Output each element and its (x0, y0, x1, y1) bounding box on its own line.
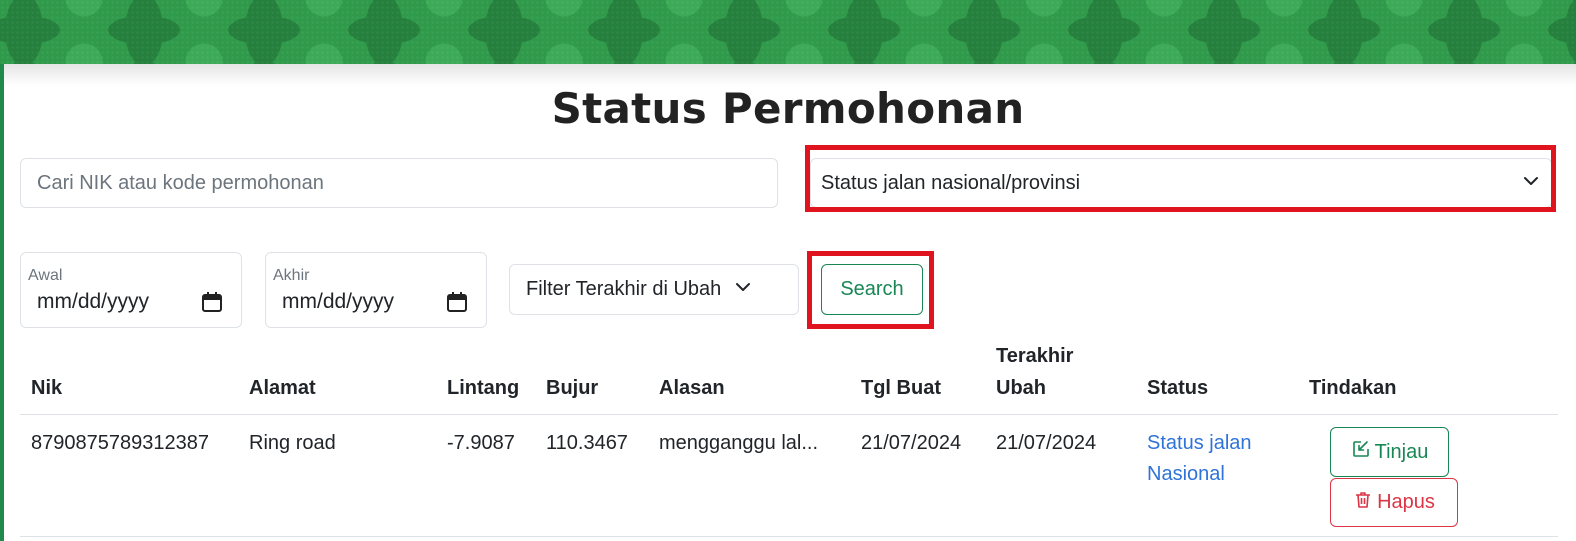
sort-filter-select[interactable]: Filter Terakhir di Ubah (509, 264, 799, 315)
status-link-line-1[interactable]: Status jalan (1147, 427, 1252, 459)
table-header-divider (20, 414, 1558, 415)
header-terakhir: Terakhir (996, 345, 1074, 367)
cell-alasan: mengganggu lal... (659, 432, 819, 454)
header-bujur: Bujur (546, 377, 599, 399)
review-button-label: Tinjau (1374, 440, 1429, 463)
cell-alamat: Ring road (249, 432, 336, 454)
cell-nik: 8790875789312387 (31, 432, 209, 454)
start-date-field[interactable]: Awal mm/dd/yyyy (20, 252, 242, 328)
end-date-label: Akhir (273, 267, 310, 284)
chevron-down-icon (733, 277, 753, 302)
header-tgl-buat: Tgl Buat (861, 377, 941, 399)
cell-terakhir-ubah: 21/07/2024 (996, 432, 1097, 454)
trash-icon (1353, 490, 1373, 516)
banner-shadow (4, 64, 1576, 86)
header-lintang: Lintang (447, 377, 520, 399)
end-date-value: mm/dd/yyyy (282, 290, 395, 313)
edit-icon (1351, 439, 1371, 465)
delete-button[interactable]: Hapus (1330, 478, 1458, 527)
header-nik: Nik (31, 377, 63, 399)
status-filter-select[interactable]: Status jalan nasional/provinsi (810, 158, 1552, 208)
cell-lintang: -7.9087 (447, 432, 515, 454)
page-title: Status Permohonan (551, 84, 1025, 133)
start-date-value: mm/dd/yyyy (37, 290, 150, 313)
search-button[interactable]: Search (821, 264, 923, 315)
header-tindakan: Tindakan (1309, 377, 1397, 399)
table-row-divider (20, 536, 1558, 537)
sort-filter-value: Filter Terakhir di Ubah (526, 278, 722, 300)
header-alamat: Alamat (249, 377, 316, 399)
cell-tgl-buat: 21/07/2024 (861, 432, 962, 454)
review-button[interactable]: Tinjau (1330, 427, 1449, 477)
status-filter-value: Status jalan nasional/provinsi (821, 171, 1081, 194)
delete-button-label: Hapus (1377, 491, 1435, 513)
chevron-down-icon (1521, 171, 1541, 196)
search-input[interactable] (20, 158, 778, 208)
cell-bujur: 110.3467 (546, 432, 628, 454)
header-ubah: Ubah (996, 377, 1046, 399)
header-status: Status (1147, 377, 1209, 399)
header-banner (0, 0, 1576, 64)
end-date-field[interactable]: Akhir mm/dd/yyyy (265, 252, 487, 328)
start-date-label: Awal (28, 267, 63, 284)
header-alasan: Alasan (659, 377, 725, 399)
status-link-line-2[interactable]: Nasional (1147, 458, 1225, 490)
